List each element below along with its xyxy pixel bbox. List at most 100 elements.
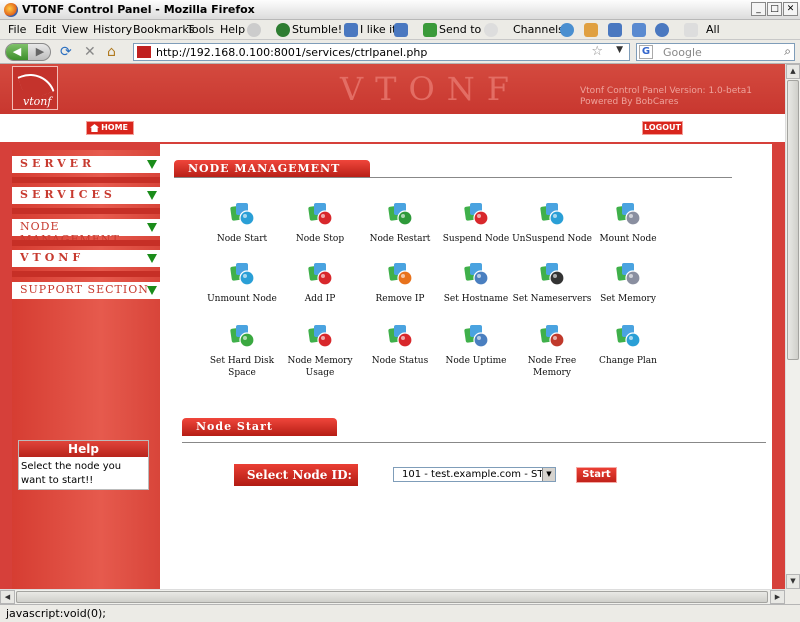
node-action-label: Node Uptime [445,356,507,366]
reload-icon[interactable]: ⟳ [60,44,72,60]
navigation-bar: ◀ ▶ ⟳ ✕ ⌂ http://192.168.0.100:8001/serv… [0,40,800,64]
sidebar-item-node-management[interactable]: NODE MANAGEMENT [12,219,160,246]
node-id-select[interactable]: 101 - test.example.com - STOPPED ▼ [393,467,556,482]
page-header: vtonf VTONF Vtonf Control Panel Version:… [0,64,785,114]
address-bar[interactable]: http://192.168.0.100:8001/services/ctrlp… [133,43,630,61]
menu-help[interactable]: Help [220,23,245,36]
stumbleupon-icon [276,23,290,37]
tag-icon[interactable] [684,23,698,37]
set-nameservers-icon[interactable] [538,260,566,288]
menu-view[interactable]: View [62,23,88,36]
bookmark-star-icon[interactable]: ☆ [591,44,603,59]
node-action-label: Remove IP [375,294,425,304]
stop-icon[interactable]: ✕ [84,44,96,60]
suspend-node-icon[interactable] [462,200,490,228]
search-icon[interactable]: ⌕ [784,44,791,59]
sidebar-divider [12,177,160,183]
sidebar-item-label: SERVICES [20,188,116,201]
close-button[interactable]: ✕ [783,2,798,16]
scroll-corner [785,589,800,604]
menu-history[interactable]: History [93,23,132,36]
stumble-button[interactable]: Stumble! [292,23,342,36]
node-free-memory-icon[interactable] [538,322,566,350]
brand-title: VTONF [340,70,521,108]
window-title: VTONF Control Panel - Mozilla Firefox [22,3,255,16]
forward-button[interactable]: ▶ [29,44,51,60]
channel-tv-icon[interactable] [632,23,646,37]
node-stop-icon[interactable] [306,200,334,228]
menu-tools[interactable]: Tools [187,23,214,36]
remove-ip-icon[interactable] [386,260,414,288]
scroll-down-icon[interactable]: ▼ [786,574,800,589]
chevron-down-icon[interactable]: ▼ [542,468,555,481]
node-memory-usage-icon[interactable] [306,322,334,350]
minimize-button[interactable]: _ [751,2,766,16]
sidebar-divider [12,271,160,277]
change-plan-icon[interactable] [614,322,642,350]
comment-icon[interactable] [484,23,498,37]
start-button[interactable]: Start [576,467,617,483]
back-button[interactable]: ◀ [6,44,28,60]
horizontal-scroll-thumb[interactable] [16,591,768,603]
unmount-node-icon[interactable] [228,260,256,288]
home-button[interactable]: HOME [86,121,134,135]
channel-media-icon[interactable] [608,23,622,37]
title-bar: VTONF Control Panel - Mozilla Firefox _ … [0,0,800,20]
set-memory-icon[interactable] [614,260,642,288]
channel-people-icon[interactable] [584,23,598,37]
logout-button[interactable]: LOGOUT [642,121,683,135]
menu-edit[interactable]: Edit [35,23,56,36]
unsuspend-node-icon[interactable] [538,200,566,228]
add-ip-icon[interactable] [306,260,334,288]
thumbs-down-icon[interactable] [394,23,408,37]
sidebar-item-label: VTONF [20,251,85,264]
send-to-button[interactable]: Send to [439,23,481,36]
scroll-left-icon[interactable]: ◀ [0,590,15,604]
google-icon[interactable]: G [639,45,653,59]
sidebar-item-services[interactable]: SERVICES [12,187,160,204]
sidebar-item-label: SUPPORT SECTION [20,283,149,296]
node-status-icon[interactable] [386,322,414,350]
all-channels-button[interactable]: All [706,23,720,36]
set-hard-disk-icon[interactable] [228,322,256,350]
mount-node-icon[interactable] [614,200,642,228]
version-line: Vtonf Control Panel Version: 1.0-beta1 [580,86,753,96]
throbber-icon [247,23,261,37]
node-action-label: Node Stop [295,234,345,244]
sidebar-item-support-section[interactable]: SUPPORT SECTION [12,282,160,299]
channel-network-icon[interactable] [655,23,669,37]
set-hostname-icon[interactable] [462,260,490,288]
sidebar-item-vtonf[interactable]: VTONF [12,250,160,267]
vertical-scroll-thumb[interactable] [787,80,799,360]
vtonf-logo[interactable]: vtonf [12,66,58,110]
search-box[interactable]: G Google ⌕ [636,43,795,61]
node-action-label: Node Free Memory [527,356,577,378]
expand-triangle-icon [147,160,157,169]
node-start-icon[interactable] [228,200,256,228]
home-icon[interactable]: ⌂ [107,44,116,60]
site-favicon [137,46,151,58]
horizontal-scrollbar[interactable]: ◀ ▶ [0,589,785,604]
scroll-right-icon[interactable]: ▶ [770,590,785,604]
node-action-label: Node Restart [369,234,431,244]
help-box: Help Select the node you want to start!! [18,440,149,490]
node-action-label: Set Hard Disk Space [209,356,275,378]
node-restart-icon[interactable] [386,200,414,228]
node-uptime-icon[interactable] [462,322,490,350]
house-icon [90,124,99,132]
vertical-scrollbar[interactable]: ▲ ▼ [785,64,800,589]
menu-file[interactable]: File [8,23,26,36]
scroll-up-icon[interactable]: ▲ [786,64,800,79]
sidebar-item-server[interactable]: SERVER [12,156,160,173]
section-divider [182,442,766,443]
expand-triangle-icon [147,191,157,200]
url-history-dropdown-icon[interactable]: ▼ [616,45,623,55]
maximize-button[interactable]: □ [767,2,782,16]
menu-bookmarks[interactable]: Bookmarks [133,23,194,36]
expand-triangle-icon [147,254,157,263]
help-text: Select the node you want to start!! [21,461,122,486]
node-action-label: Node Start [216,234,268,244]
sidebar-divider [12,208,160,214]
channel-globe-icon[interactable] [560,23,574,37]
node-action-label: Change Plan [599,356,657,366]
